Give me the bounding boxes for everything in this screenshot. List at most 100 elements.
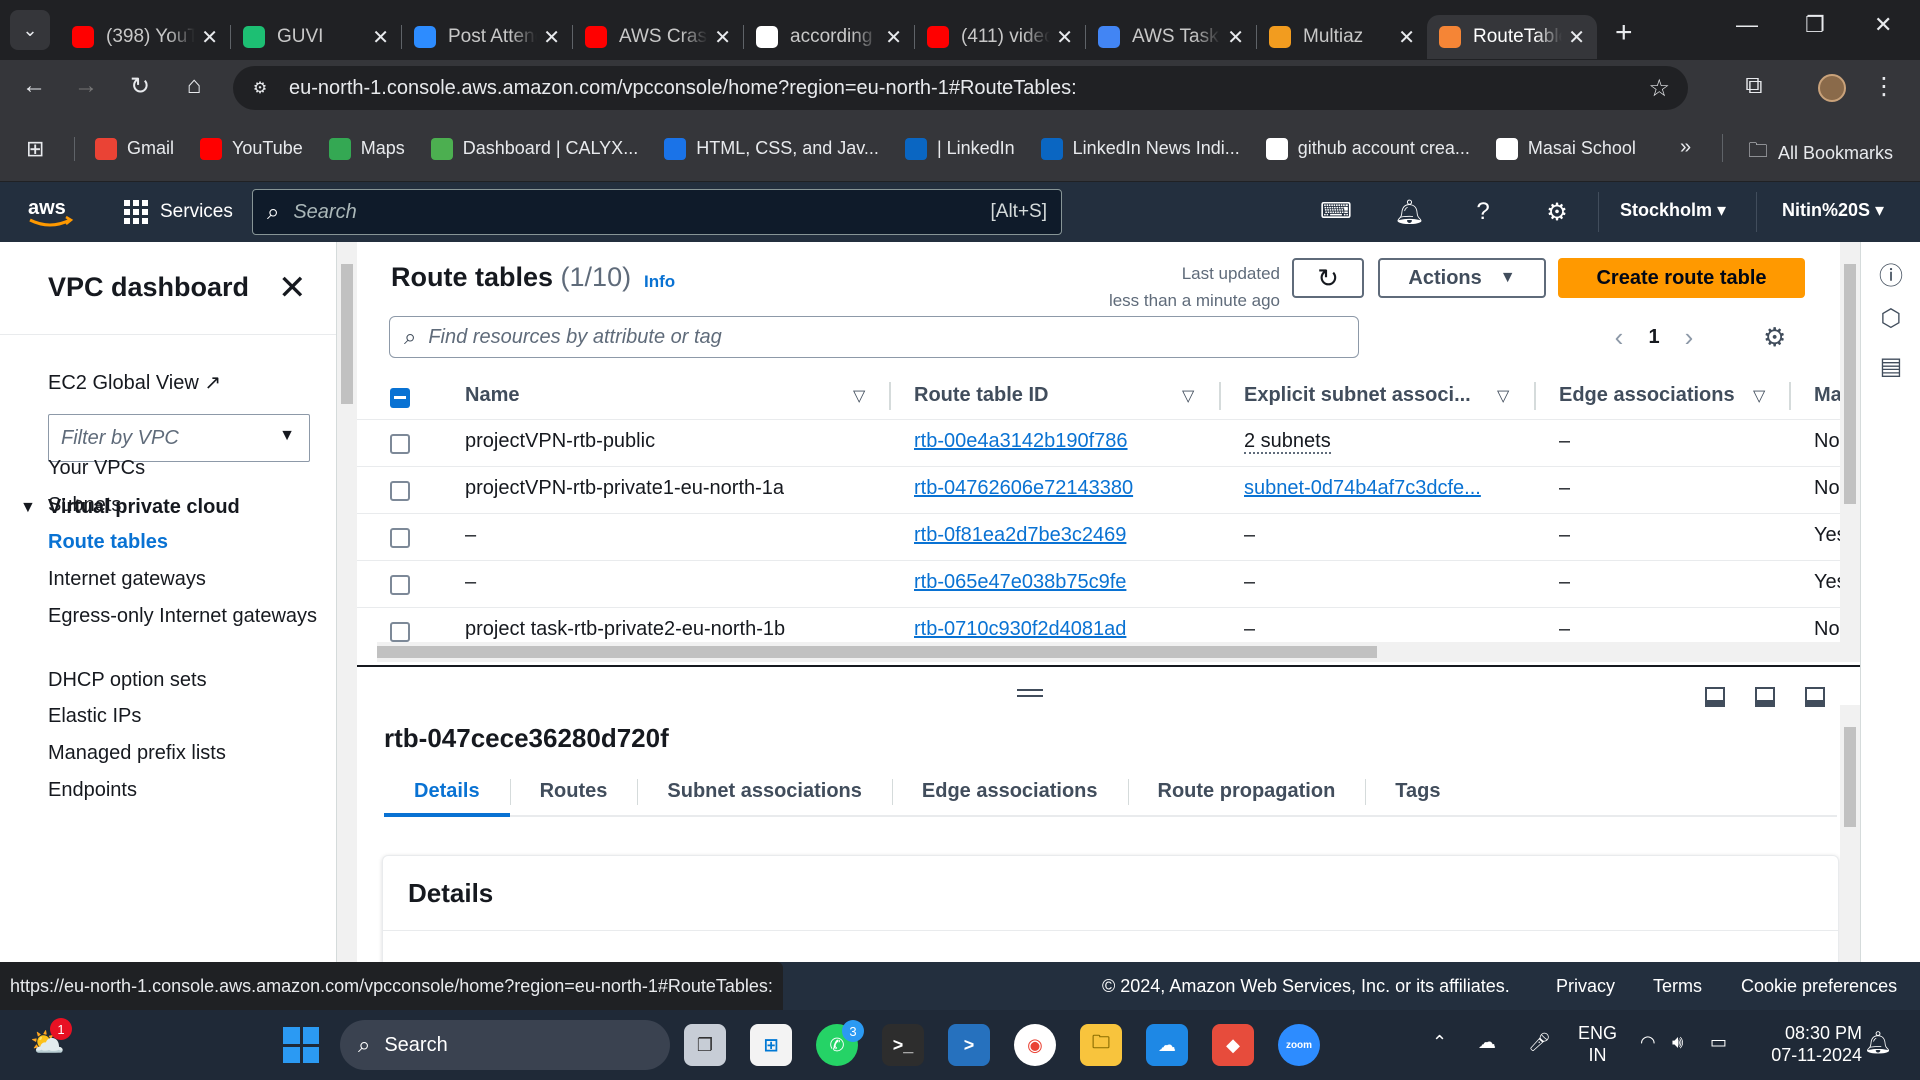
cell-route-table-id[interactable]: rtb-04762606e72143380 bbox=[914, 477, 1204, 500]
close-tab-icon[interactable]: ✕ bbox=[1568, 25, 1585, 50]
column-header-main[interactable]: Ma bbox=[1814, 384, 1840, 407]
browser-tab[interactable]: (411) video ✕ bbox=[915, 15, 1085, 59]
sidenav-item[interactable]: Internet gateways bbox=[48, 563, 318, 596]
table-horizontal-scrollbar[interactable] bbox=[377, 642, 1840, 662]
sidenav-item[interactable]: Your VPCs bbox=[48, 452, 318, 485]
git-icon[interactable]: ◆ bbox=[1212, 1024, 1254, 1066]
profile-avatar[interactable] bbox=[1818, 74, 1846, 102]
browser-tab[interactable]: AWS Crash Course ✕ bbox=[573, 15, 743, 59]
settings-gear-icon[interactable]: ⚙ bbox=[1542, 198, 1572, 227]
table-row[interactable]: – rtb-0f81ea2d7be3c2469 – – Yes bbox=[357, 514, 1840, 561]
cell-route-table-id[interactable]: rtb-0f81ea2d7be3c2469 bbox=[914, 524, 1204, 547]
scrollbar-thumb[interactable] bbox=[341, 264, 353, 404]
microphone-icon[interactable]: 🎤︎ bbox=[1528, 1032, 1551, 1053]
hexagon-icon[interactable]: ⬡ bbox=[1877, 304, 1905, 332]
microsoft-store-icon[interactable]: ⊞ bbox=[750, 1024, 792, 1066]
file-explorer-icon[interactable]: 🗀 bbox=[1080, 1024, 1122, 1066]
table-vertical-scrollbar[interactable] bbox=[1840, 242, 1860, 662]
row-checkbox[interactable] bbox=[390, 528, 410, 548]
home-icon[interactable]: ⌂ bbox=[178, 72, 210, 100]
actions-button[interactable]: Actions ▼ bbox=[1378, 258, 1546, 298]
tab-route-propagation[interactable]: Route propagation bbox=[1127, 767, 1366, 815]
back-icon[interactable]: ← bbox=[18, 72, 50, 100]
previous-page-icon[interactable]: ‹ bbox=[1604, 322, 1634, 353]
table-row[interactable]: – rtb-065e47e038b75c9fe – – Yes bbox=[357, 561, 1840, 608]
row-checkbox[interactable] bbox=[390, 434, 410, 454]
task-view-icon[interactable]: ❐ bbox=[684, 1024, 726, 1066]
sidenav-item[interactable]: DHCP option sets bbox=[48, 664, 318, 697]
column-divider[interactable] bbox=[889, 382, 891, 410]
close-tab-icon[interactable]: ✕ bbox=[885, 25, 902, 50]
split-panel-resize-handle[interactable] bbox=[1017, 689, 1043, 697]
cell-route-table-id[interactable]: rtb-065e47e038b75c9fe bbox=[914, 571, 1204, 594]
sidenav-scrollbar[interactable] bbox=[337, 242, 357, 962]
info-link[interactable]: Info bbox=[644, 272, 675, 292]
browser-tab[interactable]: AWS Task ✕ bbox=[1086, 15, 1256, 59]
find-resources-box[interactable]: ⌕ bbox=[389, 316, 1359, 358]
help-icon[interactable]: ? bbox=[1468, 198, 1498, 226]
table-row[interactable]: projectVPN-rtb-public rtb-00e4a3142b190f… bbox=[357, 420, 1840, 467]
tab-subnet-associations[interactable]: Subnet associations bbox=[637, 767, 892, 815]
tab-routes[interactable]: Routes bbox=[509, 767, 638, 815]
url-text[interactable]: eu-north-1.console.aws.amazon.com/vpccon… bbox=[289, 77, 1077, 100]
close-window-icon[interactable]: ✕ bbox=[1874, 12, 1892, 38]
browser-menu-icon[interactable]: ⋮ bbox=[1868, 72, 1900, 101]
cloudshell-icon[interactable]: ⌨ bbox=[1320, 198, 1352, 224]
row-checkbox[interactable] bbox=[390, 622, 410, 642]
account-menu[interactable]: Nitin%20S ▾ bbox=[1782, 200, 1884, 221]
wifi-icon[interactable]: ◠ bbox=[1640, 1032, 1656, 1053]
tab-details[interactable]: Details bbox=[384, 767, 510, 817]
bookmark-item[interactable]: HTML, CSS, and Jav... bbox=[664, 137, 879, 160]
create-route-table-button[interactable]: Create route table bbox=[1558, 258, 1805, 298]
ec2-global-view-link[interactable]: EC2 Global View ↗ bbox=[48, 370, 221, 395]
minimize-icon[interactable]: — bbox=[1736, 12, 1758, 38]
sidenav-item[interactable]: Elastic IPs bbox=[48, 700, 318, 733]
taskbar-search[interactable]: ⌕ Search bbox=[340, 1020, 670, 1070]
close-tab-icon[interactable]: ✕ bbox=[543, 25, 560, 50]
table-row[interactable]: projectVPN-rtb-private1-eu-north-1a rtb-… bbox=[357, 467, 1840, 514]
bookmark-star-icon[interactable]: ☆ bbox=[1648, 74, 1670, 103]
volume-icon[interactable]: 🔊︎ bbox=[1672, 1032, 1683, 1053]
notification-bell-icon[interactable]: 🔔︎ bbox=[1864, 1030, 1892, 1056]
browser-tab[interactable]: RouteTables ✕ bbox=[1427, 15, 1597, 59]
close-tab-icon[interactable]: ✕ bbox=[372, 25, 389, 50]
cell-subnet-associations[interactable]: 2 subnets bbox=[1244, 430, 1331, 454]
tray-overflow-icon[interactable]: ⌃ bbox=[1432, 1032, 1447, 1053]
reload-icon[interactable]: ↻ bbox=[124, 72, 156, 101]
tab-tags[interactable]: Tags bbox=[1365, 767, 1470, 815]
sidenav-item[interactable]: Route tables bbox=[48, 526, 318, 559]
close-tab-icon[interactable]: ✕ bbox=[714, 25, 731, 50]
bookmark-item[interactable]: LinkedIn News Indi... bbox=[1040, 137, 1240, 160]
table-settings-gear-icon[interactable]: ⚙ bbox=[1763, 322, 1786, 353]
column-header-route-table-id[interactable]: Route table ID bbox=[914, 384, 1048, 407]
next-page-icon[interactable]: › bbox=[1674, 322, 1704, 353]
split-panel-scrollbar[interactable] bbox=[1840, 705, 1860, 962]
address-bar[interactable]: ⚙ eu-north-1.console.aws.amazon.com/vpcc… bbox=[233, 66, 1688, 110]
aws-search-input[interactable] bbox=[293, 200, 991, 224]
close-tab-icon[interactable]: ✕ bbox=[1398, 25, 1415, 50]
sidenav-title[interactable]: VPC dashboard bbox=[48, 272, 249, 303]
browser-tab[interactable]: Multiaz ✕ bbox=[1257, 15, 1427, 59]
restore-icon[interactable]: ❐ bbox=[1805, 12, 1825, 38]
bookmark-item[interactable]: YouTube bbox=[200, 137, 303, 160]
feedback-icon[interactable]: ▤ bbox=[1877, 352, 1905, 380]
column-header-edge-associations[interactable]: Edge associations bbox=[1559, 384, 1735, 407]
notifications-bell-icon[interactable]: 🔔︎ bbox=[1394, 198, 1424, 227]
scrollbar-thumb[interactable] bbox=[377, 646, 1377, 658]
bookmark-item[interactable]: Maps bbox=[328, 137, 405, 160]
browser-tab[interactable]: Post Attendance ✕ bbox=[402, 15, 572, 59]
battery-icon[interactable]: ▭ bbox=[1710, 1032, 1727, 1053]
tab-edge-associations[interactable]: Edge associations bbox=[891, 767, 1128, 815]
cloud-icon[interactable]: ☁ bbox=[1478, 1032, 1496, 1053]
privacy-link[interactable]: Privacy bbox=[1556, 976, 1615, 997]
windows-start-icon[interactable] bbox=[283, 1027, 319, 1063]
powershell-icon[interactable]: > bbox=[948, 1024, 990, 1066]
scrollbar-thumb[interactable] bbox=[1844, 727, 1856, 827]
close-tab-icon[interactable]: ✕ bbox=[1227, 25, 1244, 50]
filter-caret-icon[interactable]: ▽ bbox=[1753, 386, 1765, 406]
clock[interactable]: 08:30 PM 07-11-2024 bbox=[1762, 1022, 1862, 1066]
zoom-icon[interactable]: zoom bbox=[1278, 1024, 1320, 1066]
browser-tab[interactable]: (398) YouTube ✕ bbox=[60, 15, 230, 59]
aws-logo[interactable]: aws bbox=[26, 192, 76, 232]
close-tab-icon[interactable]: ✕ bbox=[201, 25, 218, 50]
